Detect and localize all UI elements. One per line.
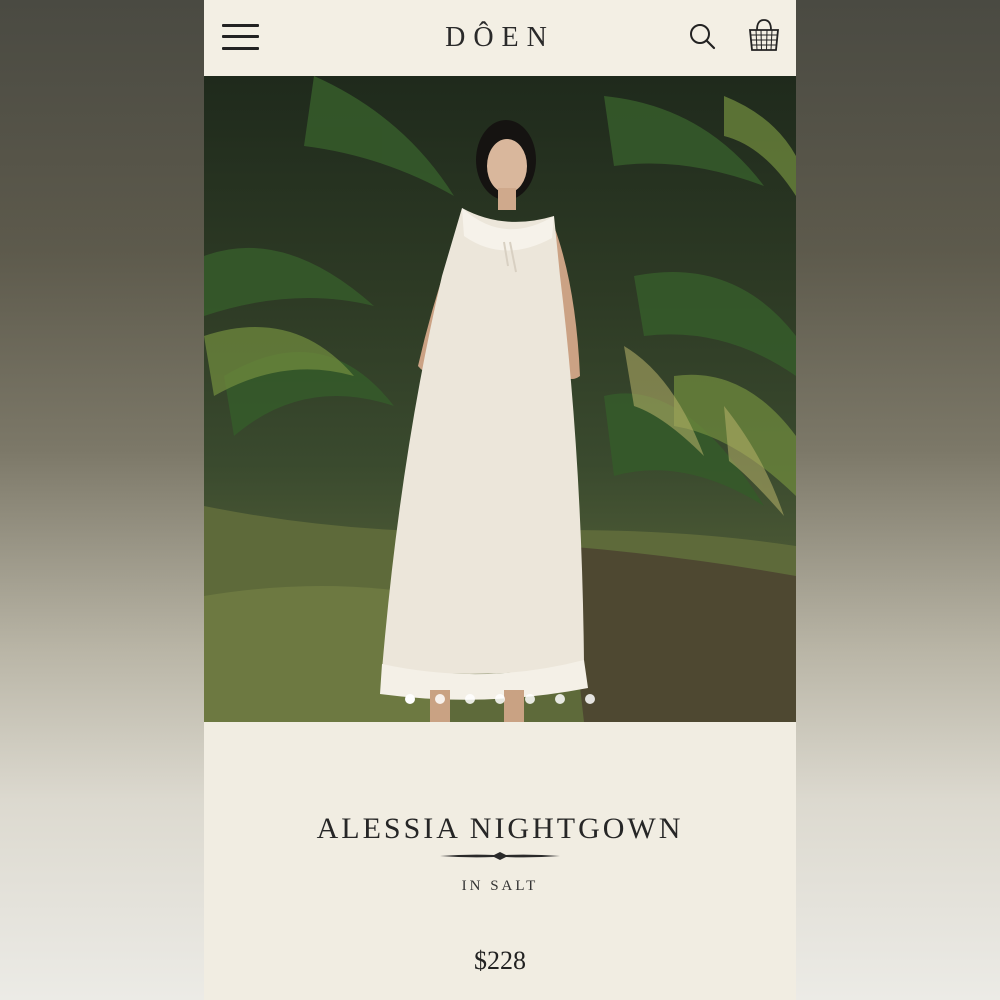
carousel-dot[interactable] xyxy=(465,694,475,704)
search-icon xyxy=(690,24,716,50)
product-price: $228 xyxy=(474,946,526,975)
carousel-dot[interactable] xyxy=(555,694,565,704)
cart-button[interactable] xyxy=(746,16,782,54)
product-image-carousel[interactable] xyxy=(204,76,796,722)
product-color-variant: IN SALT xyxy=(461,878,539,894)
product-info: ALESSIA NIGHTGOWN IN SALT $228 xyxy=(204,722,796,1000)
product-photo xyxy=(204,76,796,722)
carousel-dot[interactable] xyxy=(495,694,505,704)
carousel-dot[interactable] xyxy=(525,694,535,704)
search-button[interactable] xyxy=(688,22,718,52)
product-title: ALESSIA NIGHTGOWN xyxy=(316,812,684,845)
site-header: DÔEN xyxy=(204,0,796,76)
ornament-divider xyxy=(440,852,560,860)
carousel-dot[interactable] xyxy=(435,694,445,704)
carousel-dot[interactable] xyxy=(585,694,595,704)
basket-bag-icon xyxy=(749,19,779,51)
carousel-pagination xyxy=(204,689,796,708)
mobile-page: DÔEN ALESSIA NIGHTGOWN IN SALT $228 xyxy=(204,0,796,1000)
carousel-dot[interactable] xyxy=(405,694,415,704)
